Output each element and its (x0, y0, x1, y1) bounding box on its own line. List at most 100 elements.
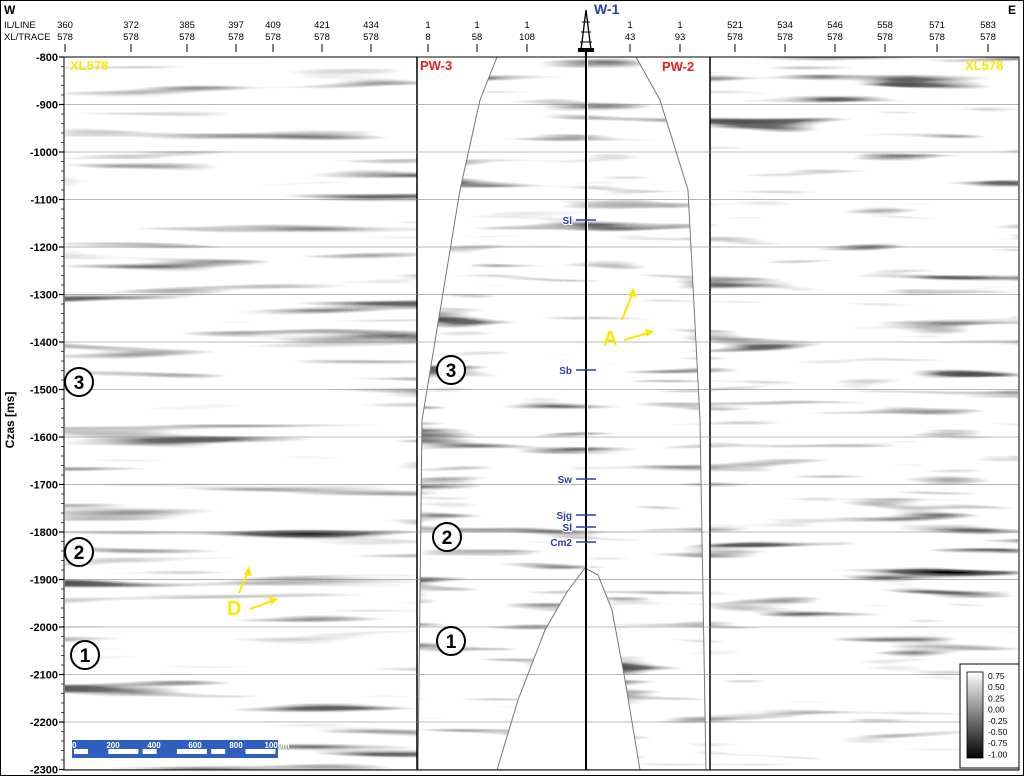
pw3-label: PW-3 (420, 58, 452, 73)
colorbar-label: -0.25 (988, 716, 1008, 726)
y-tick-label: -2200 (30, 717, 58, 729)
formation-top-label: Sl (563, 523, 573, 534)
marker-3-center: 3 (436, 355, 466, 385)
formation-top-label: Cm2 (550, 538, 572, 549)
header-xl-tick: 58 (472, 32, 483, 43)
scale-bar-label: 0 (72, 741, 77, 750)
svg-text:A: A (603, 328, 617, 350)
colorbar-label: 0.25 (988, 693, 1005, 703)
y-tick-label: -1800 (30, 527, 58, 539)
formation-top-label: Sl (563, 216, 573, 227)
y-tick-label: -1200 (30, 242, 58, 254)
header-il-tick: 1 (524, 20, 529, 31)
scale-bar-label: 800 (229, 741, 243, 750)
header-il-tick: 409 (265, 20, 281, 31)
header-xl-trace-label: XL/TRACE (4, 32, 50, 43)
marker-3-left: 3 (64, 367, 94, 397)
colorbar-label: -0.50 (988, 727, 1008, 737)
svg-text:3: 3 (74, 373, 85, 394)
header-il-tick: 1 (425, 20, 430, 31)
y-axis-title: Czas [ms] (3, 392, 17, 449)
header-xl-tick: 578 (980, 32, 996, 43)
header-il-tick: 558 (877, 20, 893, 31)
y-tick-label: -1700 (30, 480, 58, 492)
colorbar-label: -0.75 (988, 738, 1008, 748)
header-xl-tick: 578 (179, 32, 195, 43)
header-xl-tick: 108 (519, 32, 535, 43)
y-tick-label: -1300 (30, 290, 58, 302)
header-il-tick: 385 (179, 20, 195, 31)
scale-bar-label: 400 (147, 741, 161, 750)
header-xl-tick: 93 (675, 32, 686, 43)
right-panel-label: XL578 (965, 58, 1003, 73)
header-il-tick: 421 (314, 20, 330, 31)
header-il-tick: 397 (228, 20, 244, 31)
header-xl-tick: 578 (363, 32, 379, 43)
well-name: W-1 (594, 1, 620, 17)
y-tick-label: -1000 (30, 147, 58, 159)
header-xl-tick: 8 (425, 32, 430, 43)
header-xl-tick: 578 (228, 32, 244, 43)
header-xl-tick: 578 (877, 32, 893, 43)
scale-bar: 0 200 400 600 800 1000m (72, 740, 289, 758)
header-il-tick: 1 (677, 20, 682, 31)
marker-2-center: 2 (432, 522, 462, 552)
marker-1-left: 1 (70, 640, 100, 670)
svg-text:D: D (227, 598, 241, 620)
scale-bar-segment (211, 749, 226, 754)
header-il-tick: 1 (474, 20, 479, 31)
header-il-tick: 521 (727, 20, 743, 31)
header-il-tick: 372 (123, 20, 139, 31)
marker-1-center: 1 (436, 626, 466, 656)
svg-text:2: 2 (442, 528, 453, 549)
scale-bar-label: 1000m (265, 741, 290, 750)
header-xl-tick: 43 (625, 32, 636, 43)
colorbar-label: 0.75 (988, 671, 1005, 681)
svg-text:1: 1 (446, 632, 457, 653)
header-xl-tick: 578 (57, 32, 73, 43)
y-tick-label: -1400 (30, 337, 58, 349)
y-tick-label: -2000 (30, 622, 58, 634)
header-il-tick: 546 (827, 20, 843, 31)
formation-top-label: Sjg (556, 511, 572, 522)
header-il-tick: 1 (627, 20, 632, 31)
scale-bar-label: 600 (188, 741, 202, 750)
y-tick-label: -1600 (30, 432, 58, 444)
y-tick-label: -1100 (30, 195, 58, 207)
y-tick-label: -1900 (30, 575, 58, 587)
west-label: W (4, 3, 16, 17)
svg-text:2: 2 (74, 543, 85, 564)
seismic-svg: W E IL/LINE XL/TRACE 3605783725783855783… (0, 0, 1024, 777)
seismic-section-figure: W E IL/LINE XL/TRACE 360 578 372 578 385 578 3… (0, 0, 1024, 777)
y-tick-label: -800 (36, 52, 58, 64)
pw2-label: PW-2 (662, 59, 694, 74)
colorbar-label: -1.00 (988, 749, 1008, 759)
amplitude-colorbar: 0.750.500.25 0.00-0.25-0.50-0.75-1.00 (959, 663, 1020, 769)
header-il-tick: 360 (57, 20, 73, 31)
header-xl-tick: 578 (827, 32, 843, 43)
y-tick-label: -1500 (30, 385, 58, 397)
marker-2-left: 2 (64, 537, 94, 567)
y-tick-label: -2100 (30, 670, 58, 682)
svg-text:1: 1 (80, 646, 91, 667)
right-panel-xl578 (710, 57, 1018, 770)
header-xl-tick: 578 (123, 32, 139, 43)
header-xl-tick: 578 (727, 32, 743, 43)
colorbar-label: 0.00 (988, 705, 1005, 715)
header-xl-tick: 578 (929, 32, 945, 43)
svg-text:3: 3 (446, 361, 457, 382)
header-il-tick: 571 (929, 20, 945, 31)
colorbar-label: 0.50 (988, 682, 1005, 692)
header-xl-tick: 578 (314, 32, 330, 43)
header-il-tick: 434 (363, 20, 379, 31)
y-tick-label: -900 (36, 100, 58, 112)
left-panel-label: XL578 (70, 58, 108, 73)
left-panel-xl578 (65, 57, 417, 770)
y-tick-label: -2300 (30, 765, 58, 777)
formation-top-label: Sw (558, 475, 573, 486)
scale-bar-label: 200 (106, 741, 120, 750)
header-il-tick: 534 (777, 20, 793, 31)
header-xl-tick: 578 (265, 32, 281, 43)
formation-top-label: Sb (559, 366, 572, 377)
header-il-line-label: IL/LINE (4, 20, 36, 31)
